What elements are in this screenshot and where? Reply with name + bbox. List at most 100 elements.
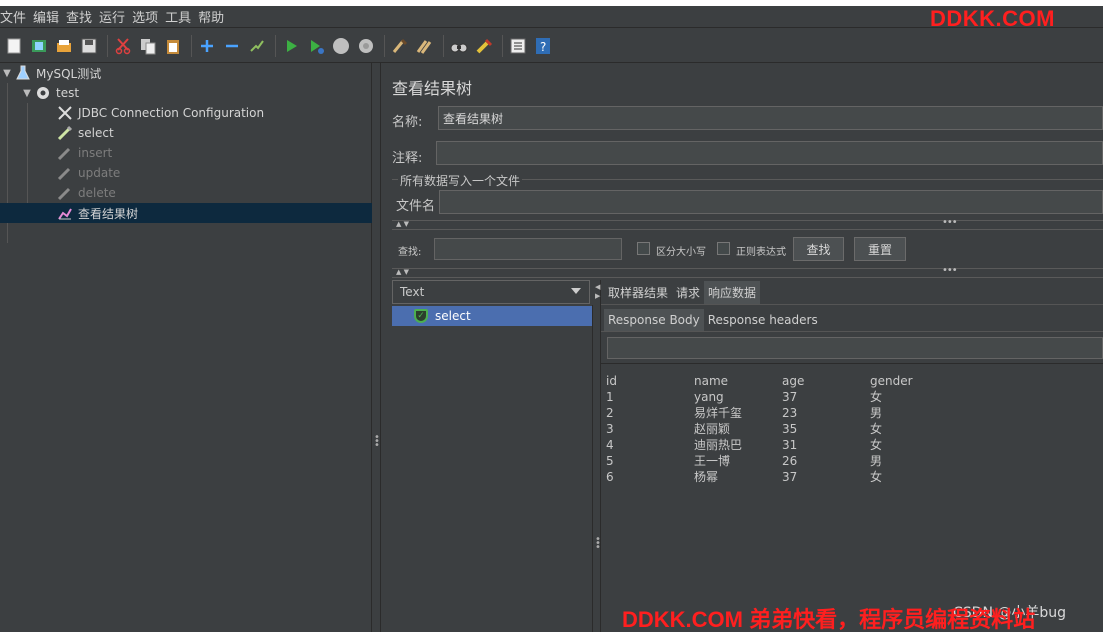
tree-item-delete[interactable]: delete (56, 183, 116, 203)
renderer-select[interactable]: Text (392, 280, 590, 304)
paste-icon[interactable] (162, 35, 184, 57)
svg-text:?: ? (540, 40, 546, 54)
chevron-down-icon[interactable] (571, 288, 581, 294)
regex-checkbox[interactable] (717, 242, 730, 255)
chevron-down-icon[interactable]: ▼ (0, 68, 14, 79)
tab-divider (601, 331, 1103, 332)
split-arrows-icon[interactable]: ◀ ▶ (595, 283, 600, 301)
result-item-select[interactable]: ✓ select (392, 306, 592, 326)
tab-response-body[interactable]: Response Body (604, 309, 704, 331)
pipette-icon (56, 164, 74, 182)
split-arrows-icon[interactable]: ▲ ▼ (396, 268, 409, 276)
shutdown-icon[interactable] (355, 35, 377, 57)
start-no-pause-icon[interactable] (305, 35, 327, 57)
toggle-icon[interactable] (246, 35, 268, 57)
open-icon[interactable] (53, 35, 75, 57)
tree-item-test-plan[interactable]: ▼ MySQL测试 (0, 63, 101, 83)
tree-item-label: MySQL测试 (36, 66, 102, 81)
table-cell: 杨幂 (694, 470, 719, 484)
toolbar-separator (107, 34, 108, 57)
reset-search-icon[interactable] (473, 35, 495, 57)
tree-item-update[interactable]: update (56, 163, 120, 183)
menu-search[interactable]: 查找 (66, 7, 99, 26)
filename-field[interactable] (439, 190, 1103, 214)
search-input[interactable] (434, 238, 622, 260)
toolbar: ? (0, 29, 1103, 63)
tree-item-thread-group[interactable]: ▼ test (20, 83, 79, 103)
table-cell: 女 (870, 470, 883, 484)
search-icon[interactable] (448, 35, 470, 57)
file-group-title: 所有数据写入一个文件 (398, 172, 523, 189)
clear-icon[interactable] (389, 35, 411, 57)
comment-field[interactable] (436, 141, 1103, 165)
copy-icon[interactable] (137, 35, 159, 57)
table-cell: 4 (606, 438, 614, 452)
table-cell: yang (694, 390, 724, 404)
table-cell: 男 (870, 406, 883, 420)
collapse-icon[interactable] (221, 35, 243, 57)
splitter-bar[interactable]: ▲ ▼ ••• (392, 217, 1103, 230)
tree-item-label: 查看结果树 (78, 206, 139, 221)
tree-item-select[interactable]: select (56, 123, 114, 143)
response-search-input[interactable] (607, 337, 1103, 359)
tree-item-results-tree[interactable]: 查看结果树 (0, 203, 372, 223)
success-shield-icon: ✓ (414, 309, 428, 323)
tree-item-insert[interactable]: insert (56, 143, 112, 163)
menu-run[interactable]: 运行 (99, 7, 132, 26)
table-cell: 迪丽热巴 (694, 438, 743, 452)
regex-label: 正则表达式 (736, 247, 786, 258)
table-cell: 26 (782, 454, 798, 468)
case-sensitive-checkbox[interactable] (637, 242, 650, 255)
chevron-down-icon[interactable]: ▼ (20, 88, 34, 99)
tab-response-headers[interactable]: Response headers (704, 309, 822, 331)
table-cell: 赵丽颖 (694, 422, 731, 436)
pipette-icon (56, 124, 74, 142)
tab-request[interactable]: 请求 (672, 281, 704, 304)
toolbar-separator (384, 34, 385, 57)
new-icon[interactable] (3, 35, 25, 57)
column-age: age 37 23 35 31 26 37 (782, 373, 804, 485)
tree-item-jdbc-config[interactable]: JDBC Connection Configuration (56, 103, 264, 123)
name-label: 名称: (392, 115, 423, 130)
main-splitter[interactable] (372, 63, 381, 632)
table-cell: 女 (870, 438, 883, 452)
menu-file[interactable]: 文件 (0, 7, 33, 26)
tab-sampler-result[interactable]: 取样器结果 (604, 281, 672, 304)
menu-tools[interactable]: 工具 (165, 7, 198, 26)
reset-button[interactable]: 重置 (854, 237, 906, 261)
column-header: gender (870, 374, 913, 388)
tab-response-data[interactable]: 响应数据 (704, 281, 761, 304)
splitter-handle-icon[interactable]: ••• (374, 433, 380, 451)
splitter-handle-icon[interactable]: ••• (942, 217, 958, 228)
results-splitter[interactable] (593, 280, 601, 632)
table-cell: 男 (870, 454, 883, 468)
column-header: id (606, 374, 617, 388)
menu-options[interactable]: 选项 (132, 7, 165, 26)
start-icon[interactable] (280, 35, 302, 57)
wrench-icon (56, 104, 74, 122)
splitter-bar[interactable]: ▲ ▼ ••• (392, 265, 1103, 278)
menu-edit[interactable]: 编辑 (33, 7, 66, 26)
table-cell: 37 (782, 390, 798, 404)
tree-item-label: test (56, 86, 80, 100)
expand-icon[interactable] (196, 35, 218, 57)
test-plan-tree: ▼ MySQL测试 ▼ test JDBC Connection Configu… (0, 63, 372, 632)
clear-all-icon[interactable] (414, 35, 436, 57)
templates-icon[interactable] (28, 35, 50, 57)
save-icon[interactable] (78, 35, 100, 57)
name-field[interactable]: 查看结果树 (438, 106, 1103, 130)
split-arrows-icon[interactable]: ▲ ▼ (396, 220, 409, 228)
stop-icon[interactable] (330, 35, 352, 57)
help-icon[interactable]: ? (532, 35, 554, 57)
table-cell: 王一博 (694, 454, 731, 468)
tree-item-label: delete (78, 186, 116, 200)
menu-help[interactable]: 帮助 (198, 7, 231, 26)
cut-icon[interactable] (112, 35, 134, 57)
response-body[interactable]: id 1 2 3 4 5 6 name yang 易烊千玺 赵丽颖 迪丽热巴 王… (601, 363, 1103, 632)
splitter-handle-icon[interactable]: ••• (942, 265, 958, 276)
function-helper-icon[interactable] (507, 35, 529, 57)
table-cell: 2 (606, 406, 614, 420)
find-button[interactable]: 查找 (793, 237, 844, 261)
comment-label: 注释: (392, 151, 423, 166)
chart-icon (56, 204, 74, 222)
